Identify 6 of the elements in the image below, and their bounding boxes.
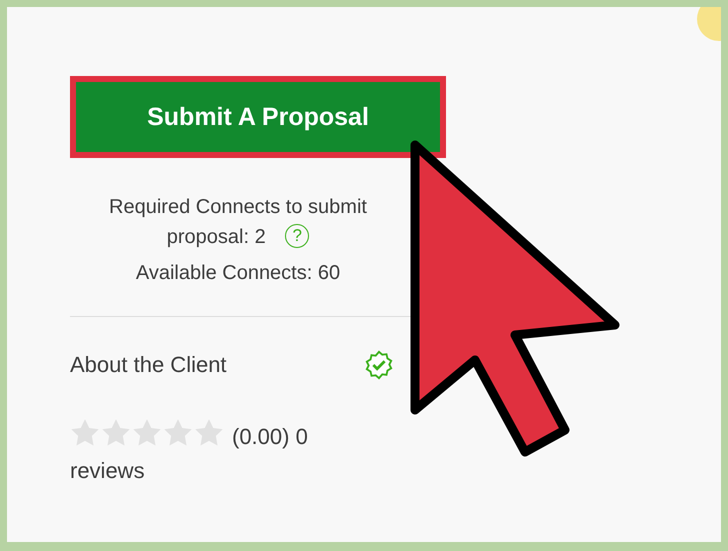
section-title: About the Client [70, 352, 227, 378]
reviews-text: (0.00) 0 reviews [70, 424, 308, 483]
required-connects-text: Required Connects to submit proposal: 2 ? [108, 195, 368, 250]
available-connects-text: Available Connects: 60 [134, 261, 342, 286]
submit-proposal-button[interactable]: Submit A Proposal [70, 76, 446, 158]
help-icon[interactable]: ? [285, 224, 310, 248]
